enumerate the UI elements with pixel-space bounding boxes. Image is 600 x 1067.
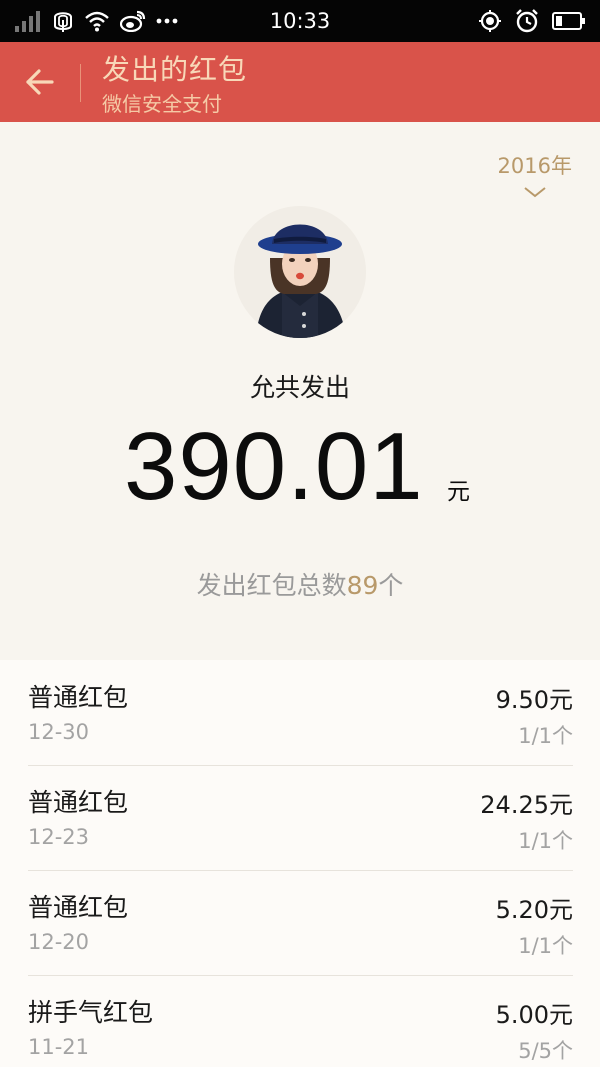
list-item[interactable]: 拼手气红包 11-21 5.00元 5/5个 xyxy=(28,975,573,1067)
packet-date: 12-23 xyxy=(28,825,90,849)
packet-type: 普通红包 xyxy=(28,788,129,817)
packet-date: 11-21 xyxy=(28,1035,90,1059)
total-amount: 390.01 xyxy=(124,413,424,520)
app-header: 发出的红包 微信安全支付 xyxy=(0,42,600,122)
packet-claimed-count: 5/5个 xyxy=(518,1039,573,1063)
battery-icon xyxy=(552,11,586,31)
chevron-down-icon xyxy=(524,187,546,198)
total-unit: 元 xyxy=(447,479,470,505)
packet-date: 12-20 xyxy=(28,930,90,954)
packet-amount: 5.20元 xyxy=(495,896,573,924)
total-label: 允共发出 xyxy=(249,373,350,402)
back-button[interactable] xyxy=(20,62,60,102)
count-prefix: 发出红包总数 xyxy=(196,571,347,600)
count-value: 89 xyxy=(346,571,379,600)
packet-claimed-count: 1/1个 xyxy=(518,724,573,748)
packet-type: 普通红包 xyxy=(28,893,129,922)
packet-type: 拼手气红包 xyxy=(28,998,154,1027)
packet-claimed-count: 1/1个 xyxy=(518,829,573,853)
alarm-icon xyxy=(514,8,540,34)
summary-section: 2016年 允共发出 390.01 元 发出红包总数89个 xyxy=(0,122,600,660)
year-label: 2016年 xyxy=(497,154,572,178)
page-title: 发出的红包 xyxy=(102,53,248,86)
location-icon xyxy=(478,9,502,33)
status-bar: 10:33 xyxy=(0,0,600,42)
packet-amount: 24.25元 xyxy=(480,791,573,819)
packet-amount: 5.00元 xyxy=(495,1001,573,1029)
packet-amount: 9.50元 xyxy=(495,686,573,714)
red-packet-list: 普通红包 12-30 9.50元 1/1个 普通红包 12-23 24.25元 … xyxy=(0,660,600,1067)
back-arrow-icon xyxy=(26,69,54,95)
list-item[interactable]: 普通红包 12-23 24.25元 1/1个 xyxy=(28,765,573,871)
status-right-icons xyxy=(478,8,586,34)
packet-claimed-count: 1/1个 xyxy=(518,934,573,958)
packet-count-line: 发出红包总数89个 xyxy=(0,566,600,602)
list-item[interactable]: 普通红包 12-30 9.50元 1/1个 xyxy=(28,660,573,766)
packet-date: 12-30 xyxy=(28,720,90,744)
avatar xyxy=(234,206,366,338)
year-selector[interactable]: 2016年 xyxy=(498,150,572,198)
avatar-portrait-image xyxy=(234,206,366,338)
count-suffix: 个 xyxy=(378,571,404,600)
packet-type: 普通红包 xyxy=(28,683,129,712)
header-divider xyxy=(80,64,81,102)
list-item[interactable]: 普通红包 12-20 5.20元 1/1个 xyxy=(28,870,573,976)
total-amount-row: 390.01 元 xyxy=(0,412,600,522)
page-subtitle: 微信安全支付 xyxy=(102,92,222,116)
